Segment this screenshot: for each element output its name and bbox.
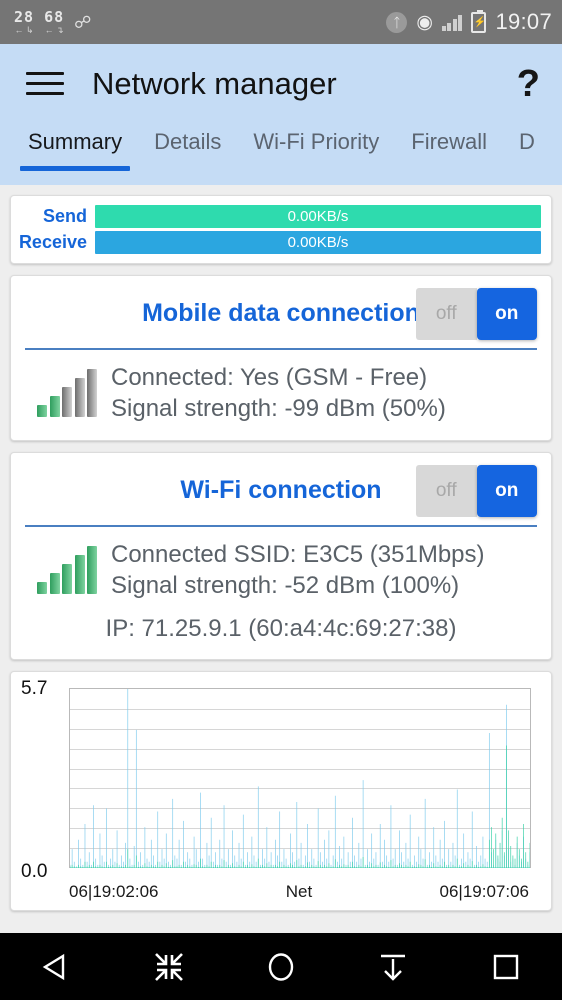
shrink-screen-icon[interactable] — [141, 944, 197, 990]
recent-apps-square-icon[interactable] — [478, 944, 534, 990]
wifi-toggle-off[interactable]: off — [416, 464, 477, 517]
home-circle-icon[interactable] — [253, 944, 309, 990]
tab-bar[interactable]: Summary Details Wi-Fi Priority Firewall … — [0, 123, 562, 185]
wifi-bars-icon — [25, 546, 97, 594]
chart-series — [70, 689, 530, 868]
wifi-icon: ◉ — [416, 11, 433, 33]
download-speed-value: 68 — [44, 7, 65, 26]
hamburger-menu-icon[interactable] — [26, 72, 64, 95]
x-axis-end-label: 06|19:07:06 — [439, 882, 530, 901]
throughput-rows: Send 0.00KB/s Receive 0.00KB/s — [11, 196, 551, 263]
signal-bars-icon — [441, 14, 463, 31]
send-bar: 0.00KB/s — [95, 205, 541, 228]
status-bar-right: ᛏ ◉ ⚡ 19:07 — [386, 9, 552, 35]
status-bar-left: 28 ← ↳ 68 ← ↴ ☍ — [14, 7, 92, 35]
wifi-signal-text: Signal strength: -52 dBm (100%) — [111, 572, 460, 599]
chart-area: 5.7 0.0 — [21, 678, 541, 882]
system-status-bar: 28 ← ↳ 68 ← ↴ ☍ ᛏ ◉ ⚡ 19:07 — [0, 0, 562, 44]
wifi-card: Wi-Fi connection off on Connected SSID: … — [10, 452, 552, 660]
battery-charging-icon: ⚡ — [471, 9, 487, 33]
y-axis-max-label: 5.7 — [21, 678, 48, 699]
wifi-header: Wi-Fi connection off on — [11, 453, 551, 525]
download-arrow-icon[interactable] — [365, 944, 421, 990]
send-label: Send — [42, 206, 87, 226]
mobile-data-header: Mobile data connection off on — [11, 276, 551, 348]
upload-speed-indicator: 28 ← ↳ — [14, 7, 35, 35]
status-bar-clock: 19:07 — [495, 9, 552, 34]
app-root: 28 ← ↳ 68 ← ↴ ☍ ᛏ ◉ ⚡ 19:07 Network mana… — [0, 0, 562, 1000]
mobile-data-toggle[interactable]: off on — [416, 287, 537, 340]
wifi-status-lines: Connected SSID: E3C5 (351Mbps) Signal st… — [111, 539, 485, 601]
mobile-status-lines: Connected: Yes (GSM - Free) Signal stren… — [111, 362, 446, 424]
tab-summary[interactable]: Summary — [12, 123, 138, 179]
tab-overflow-partial[interactable]: D — [503, 123, 551, 179]
tab-details[interactable]: Details — [138, 123, 237, 179]
wifi-body: Connected SSID: E3C5 (351Mbps) Signal st… — [11, 527, 551, 659]
mobile-status-row: Connected: Yes (GSM - Free) Signal stren… — [25, 362, 537, 424]
mobile-data-toggle-off[interactable]: off — [416, 287, 477, 340]
tab-firewall[interactable]: Firewall — [395, 123, 503, 179]
bluetooth-icon: ᛏ — [386, 11, 408, 33]
x-axis-title: Net — [285, 882, 313, 901]
signal-bars-icon — [25, 369, 97, 417]
mobile-data-body: Connected: Yes (GSM - Free) Signal stren… — [11, 350, 551, 440]
wifi-ip-text: IP: 71.25.9.1 (60:a4:4c:69:27:38) — [105, 615, 457, 642]
receive-row: Receive 0.00KB/s — [17, 231, 541, 254]
mobile-connected-text: Connected: Yes (GSM - Free) — [111, 364, 428, 391]
system-navigation-bar[interactable] — [0, 933, 562, 1000]
usb-icon: ☍ — [74, 12, 92, 32]
wifi-status-row: Connected SSID: E3C5 (351Mbps) Signal st… — [25, 539, 537, 601]
tab-wifi-priority[interactable]: Wi-Fi Priority — [237, 123, 395, 179]
throughput-card: Send 0.00KB/s Receive 0.00KB/s — [10, 195, 552, 264]
page-title: Network manager — [92, 65, 337, 101]
back-triangle-icon[interactable] — [28, 944, 84, 990]
wifi-ssid-text: Connected SSID: E3C5 (351Mbps) — [111, 541, 485, 568]
y-axis-min-label: 0.0 — [21, 861, 48, 882]
download-arrow-icon: ← ↴ — [44, 24, 64, 35]
mobile-signal-text: Signal strength: -99 dBm (50%) — [111, 395, 446, 422]
download-speed-indicator: 68 ← ↴ — [44, 7, 65, 35]
wifi-toggle-on[interactable]: on — [476, 464, 537, 517]
upload-arrow-icon: ← ↳ — [14, 24, 34, 35]
app-bar: Network manager ? — [0, 44, 562, 123]
help-icon[interactable]: ? — [517, 65, 540, 103]
wifi-toggle[interactable]: off on — [416, 464, 537, 517]
x-axis-start-label: 06|19:02:06 — [69, 882, 159, 901]
receive-label: Receive — [18, 232, 87, 252]
chart-x-axis: 06|19:02:06 Net 06|19:07:06 — [21, 878, 541, 904]
send-row: Send 0.00KB/s — [17, 205, 541, 228]
mobile-data-toggle-on[interactable]: on — [476, 287, 537, 340]
summary-content: Send 0.00KB/s Receive 0.00KB/s Mobile da… — [0, 185, 562, 933]
chart-plot — [69, 688, 531, 868]
mobile-data-card: Mobile data connection off on Connected:… — [10, 275, 552, 441]
receive-bar: 0.00KB/s — [95, 231, 541, 254]
network-traffic-chart-card: 5.7 0.0 06|19:02:06 Net 06|19:07:06 — [10, 671, 552, 911]
upload-speed-value: 28 — [14, 7, 35, 26]
